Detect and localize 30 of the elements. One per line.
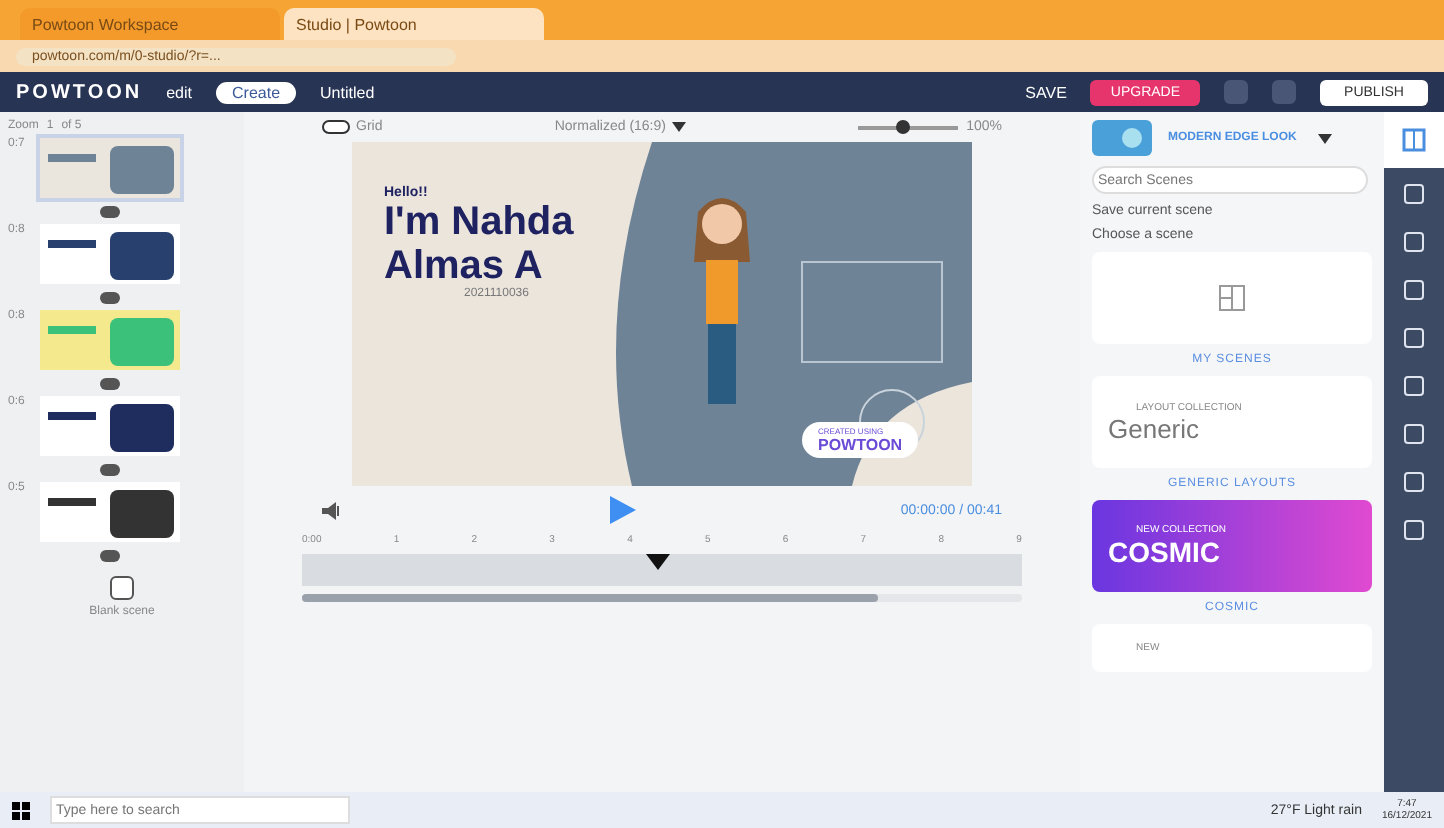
logo: POWTOON [16, 81, 143, 103]
tool-icon[interactable] [1404, 424, 1424, 444]
playhead-icon[interactable] [646, 554, 670, 570]
save-button[interactable]: SAVE [1025, 83, 1067, 101]
layout-icon [1218, 284, 1246, 312]
tool-icon[interactable] [1404, 184, 1424, 204]
tool-icon[interactable] [1404, 472, 1424, 492]
timeline-track[interactable] [302, 554, 1022, 586]
windows-icon[interactable] [12, 801, 30, 819]
create-pill[interactable]: Create [216, 81, 297, 103]
timeline-scrollbar[interactable] [302, 594, 1022, 602]
title-label[interactable]: Untitled [320, 83, 375, 101]
name-heading: I'm Nahda Almas A [384, 200, 576, 288]
play-button[interactable] [605, 494, 638, 526]
volume-icon[interactable] [322, 501, 342, 519]
grid-toggle[interactable] [322, 120, 350, 134]
add-scene-icon[interactable] [110, 576, 134, 600]
tool-icon[interactable] [1404, 328, 1424, 348]
tool-icon[interactable] [1404, 520, 1424, 540]
caret-icon[interactable] [671, 122, 686, 132]
collection-title: Generic [1108, 413, 1202, 443]
tool-icon[interactable] [1404, 232, 1424, 252]
tool-icon[interactable] [1404, 376, 1424, 396]
browser-tab[interactable]: Studio | Powtoon [284, 8, 544, 40]
mode-label[interactable]: edit [166, 83, 192, 101]
collection-title: COSMIC [1108, 536, 1222, 568]
tool-icon[interactable] [1404, 280, 1424, 300]
scenes-icon[interactable] [1402, 128, 1426, 152]
caret-icon[interactable] [1318, 133, 1333, 143]
browser-tab[interactable]: Powtoon Workspace [20, 8, 280, 40]
